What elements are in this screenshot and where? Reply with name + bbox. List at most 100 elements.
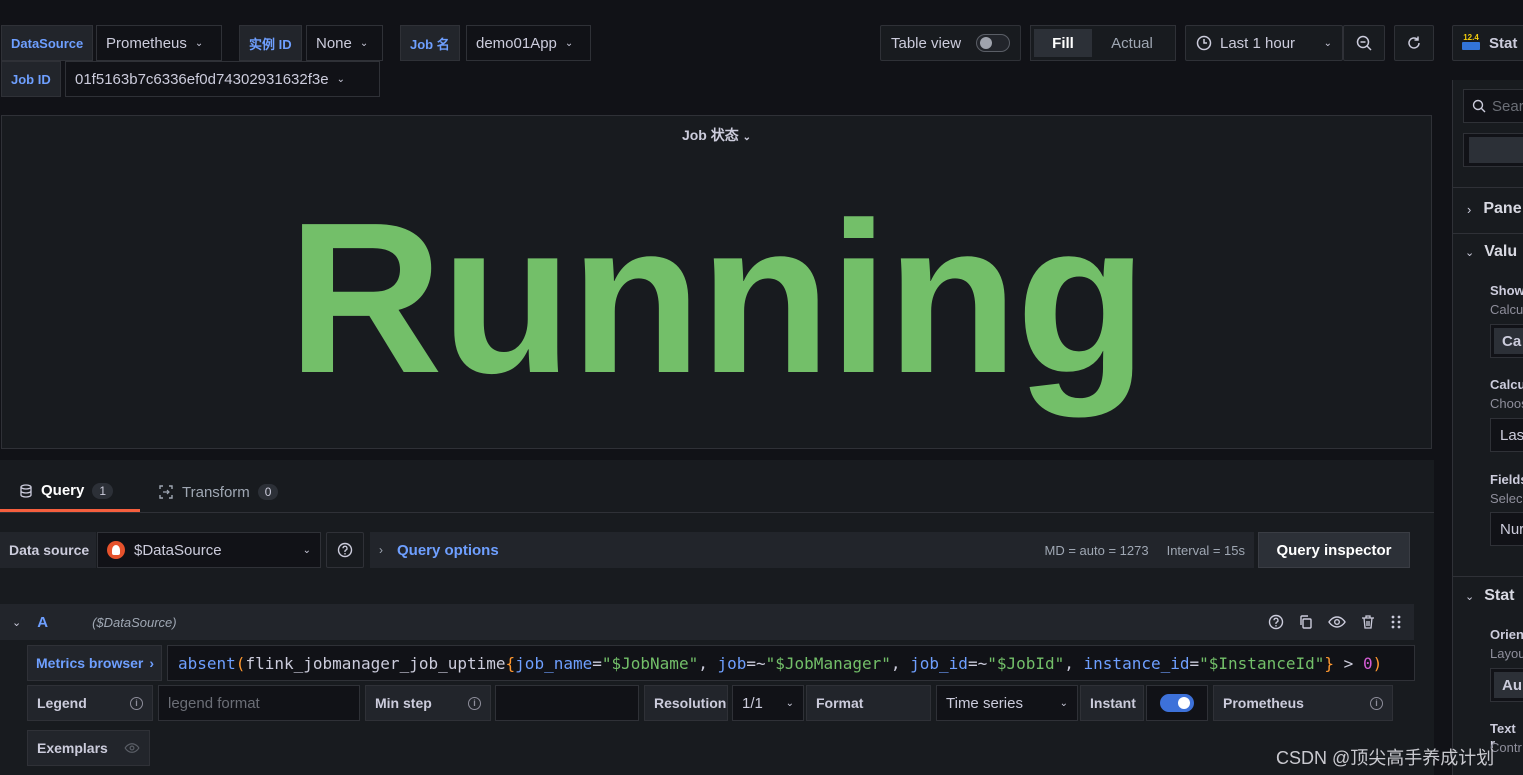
exemplars-label: Exemplars [27, 730, 150, 766]
duplicate-icon[interactable] [1298, 614, 1314, 630]
search-icon [1472, 99, 1486, 113]
show-radio[interactable]: Ca [1490, 324, 1523, 358]
fill-actual-radio: Fill Actual [1030, 25, 1176, 61]
min-step-label: Min step i [365, 685, 491, 721]
zoom-out-button[interactable] [1343, 25, 1385, 61]
watermark: CSDN @顶尖高手养成计划 [1276, 748, 1495, 768]
eye-icon[interactable] [124, 742, 140, 754]
fields-description: Selec [1490, 491, 1523, 506]
help-icon[interactable] [1268, 614, 1284, 630]
options-filter-radio[interactable] [1463, 133, 1523, 167]
actual-option[interactable]: Actual [1092, 29, 1172, 57]
calculation-label: Calcu [1490, 377, 1523, 392]
panel-options-section[interactable]: › Pane [1467, 200, 1522, 218]
visualization-picker[interactable]: 12.4 Stat [1452, 25, 1523, 61]
chevron-down-icon: ⌄ [785, 697, 794, 709]
chevron-down-icon: ⌄ [194, 37, 204, 49]
fill-option[interactable]: Fill [1034, 29, 1092, 57]
chevron-down-icon: ⌄ [742, 132, 752, 143]
text-size-description: Contr [1490, 740, 1522, 755]
chevron-down-icon: ⌄ [1465, 246, 1475, 259]
show-label: Show [1490, 283, 1523, 298]
job-name-variable-label: Job 名 [400, 25, 460, 61]
collapse-chevron-icon[interactable]: ⌄ [12, 616, 21, 629]
chevron-down-icon: ⌄ [1465, 590, 1475, 603]
database-icon [20, 483, 32, 498]
orientation-description: Layou [1490, 646, 1523, 661]
chevron-down-icon: ⌄ [336, 73, 345, 85]
tab-transform-label: Transform [182, 483, 250, 501]
refresh-button[interactable] [1394, 25, 1434, 61]
stat-styles-section[interactable]: ⌄ Stat [1465, 587, 1514, 605]
min-step-input[interactable] [495, 685, 639, 721]
table-view-toggle[interactable]: Table view [880, 25, 1021, 61]
clock-icon [1196, 35, 1212, 51]
options-search-input[interactable]: Sear [1463, 89, 1523, 123]
chevron-down-icon: ⌄ [564, 37, 574, 49]
chevron-down-icon: ⌄ [1059, 697, 1068, 709]
tab-query-count: 1 [92, 482, 114, 499]
metrics-browser-button[interactable]: Metrics browser › [27, 645, 162, 681]
value-options-section[interactable]: ⌄ Valu [1465, 243, 1517, 261]
help-icon [337, 542, 353, 558]
transform-icon [159, 485, 173, 499]
tab-transform-count: 0 [257, 484, 279, 500]
table-view-switch[interactable] [976, 34, 1010, 52]
chevron-right-icon: › [379, 543, 383, 557]
chevron-right-icon: › [149, 655, 155, 671]
tab-query-label: Query [41, 482, 85, 499]
promql-query-editor[interactable]: absent(flink_jobmanager_job_uptime{job_n… [167, 645, 1415, 681]
query-row-datasource: ($DataSource) [92, 614, 177, 630]
time-range-picker[interactable]: Last 1 hour ⌄ [1185, 25, 1343, 61]
orientation-radio[interactable]: Au [1490, 668, 1523, 702]
trash-icon[interactable] [1360, 614, 1376, 630]
orientation-label: Orien [1490, 627, 1523, 642]
panel-preview: Job 状态 ⌄ Running [1, 115, 1432, 449]
query-options-bar[interactable]: › Query options MD = auto = 1273 Interva… [370, 532, 1254, 568]
instance-id-variable-select[interactable]: None ⌄ [306, 25, 383, 61]
metrics-browser-label: Metrics browser [36, 655, 144, 671]
stat-viz-icon: 12.4 [1461, 33, 1481, 53]
resolution-select[interactable]: 1/1 ⌄ [732, 685, 804, 721]
datasource-variable-label: DataSource [1, 25, 94, 61]
prometheus-logo-icon [107, 541, 125, 559]
instance-id-variable-label: 实例 ID [239, 25, 302, 61]
datasource-picker[interactable]: $DataSource ⌄ [97, 532, 321, 568]
query-options-toggle[interactable]: Query options [397, 542, 499, 559]
stat-value: Running [287, 177, 1148, 418]
datasource-help-button[interactable] [326, 532, 364, 568]
tab-query[interactable]: Query 1 [0, 472, 140, 512]
eye-icon[interactable] [1328, 614, 1346, 630]
legend-label: Legend i [27, 685, 153, 721]
options-pane: Sear › Pane ⌄ Valu Show Calcu Ca Calcu Cho… [1452, 80, 1523, 775]
job-id-variable-select[interactable]: 01f5163b7c6336ef0d74302931632f3e ⌄ [65, 61, 380, 97]
chevron-down-icon: ⌄ [302, 544, 311, 556]
calculation-description: Choos [1490, 396, 1523, 411]
calculation-select[interactable]: Las [1490, 418, 1523, 452]
prometheus-type-label: Prometheus i [1213, 685, 1393, 721]
info-icon[interactable]: i [468, 696, 481, 710]
query-ref-id[interactable]: A [37, 614, 48, 631]
tabs-divider [0, 512, 1434, 513]
panel-title[interactable]: Job 状态 ⌄ [2, 125, 1431, 145]
datasource-picker-value: $DataSource [134, 541, 222, 559]
visualization-name: Stat [1489, 34, 1518, 52]
legend-format-input[interactable]: legend format [158, 685, 360, 721]
time-range-label: Last 1 hour [1220, 34, 1296, 52]
tab-transform[interactable]: Transform 0 [158, 472, 279, 512]
instant-toggle[interactable] [1146, 685, 1208, 721]
datasource-variable-select[interactable]: Prometheus ⌄ [96, 25, 222, 61]
format-select[interactable]: Time series ⌄ [936, 685, 1078, 721]
chevron-down-icon: ⌄ [359, 37, 369, 49]
query-inspector-button[interactable]: Query inspector [1258, 532, 1410, 568]
instant-switch[interactable] [1160, 694, 1194, 712]
fields-label: Fields [1490, 472, 1523, 487]
fields-select[interactable]: Nur [1490, 512, 1523, 546]
instant-label: Instant [1080, 685, 1144, 721]
info-icon[interactable]: i [130, 696, 143, 710]
info-icon[interactable]: i [1370, 696, 1383, 710]
datasource-label: Data source [0, 532, 96, 568]
query-row-header: ⌄ A ($DataSource) [0, 604, 1414, 640]
job-name-variable-select[interactable]: demo01App ⌄ [466, 25, 591, 61]
drag-handle-icon[interactable] [1390, 614, 1402, 630]
